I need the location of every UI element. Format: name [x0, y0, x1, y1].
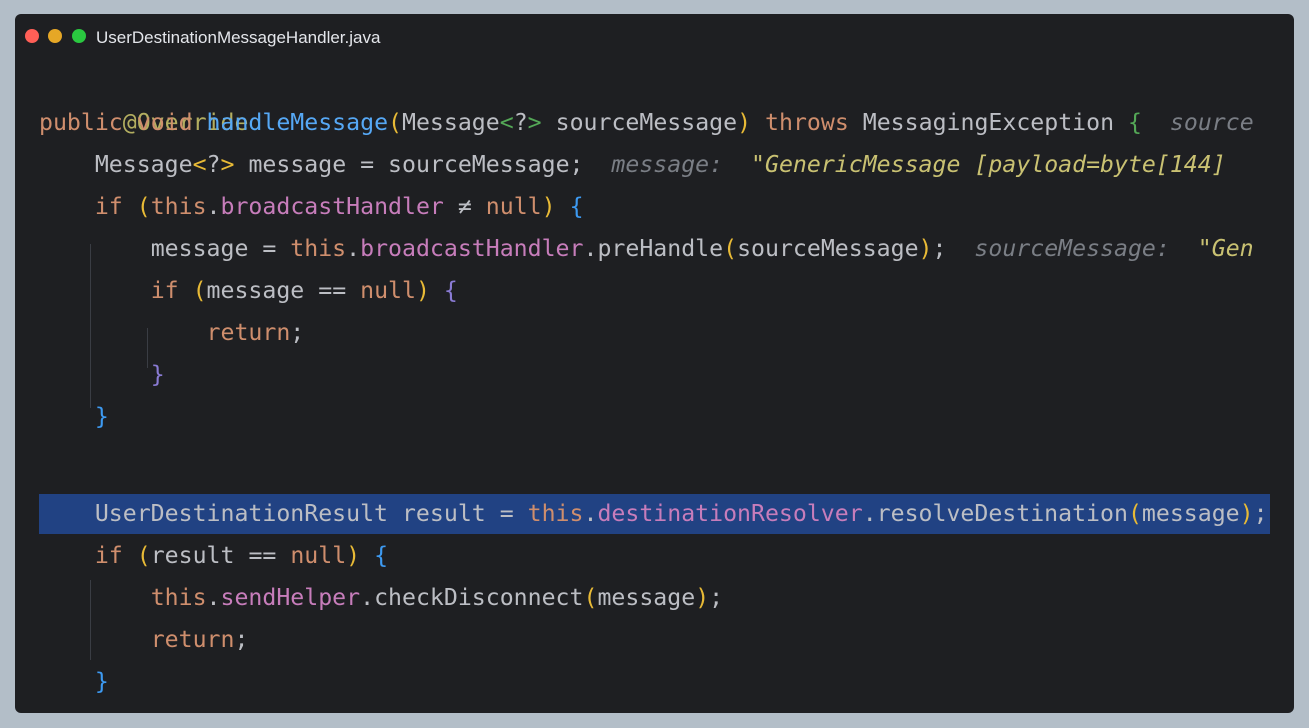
argument: sourceMessage	[737, 235, 919, 262]
method-call: .resolveDestination	[862, 500, 1128, 527]
field: destinationResolver	[597, 500, 863, 527]
keyword-public: public	[39, 109, 123, 136]
code-line-5: message = this.broadcastHandler.preHandl…	[150, 235, 1254, 262]
keyword-this: this	[290, 235, 347, 262]
variable: message	[206, 277, 305, 304]
code-line-14: return;	[150, 626, 249, 653]
code-line-1: @Override	[39, 60, 249, 136]
field: broadcastHandler	[220, 193, 444, 220]
param-name: sourceMessage	[555, 109, 738, 136]
keyword-this: this	[150, 584, 207, 611]
keyword-if: if	[94, 542, 123, 569]
generic-wildcard: ?	[513, 109, 528, 136]
assignment: result =	[388, 500, 528, 527]
operator: ≠	[457, 193, 472, 220]
code-line-2: public void handleMessage(Message<?> sou…	[39, 109, 1254, 136]
method-name: handleMessage	[206, 109, 389, 136]
editor-window: UserDestinationMessageHandler.java @Over…	[15, 14, 1294, 713]
assignment: message =	[150, 235, 291, 262]
code-line-13: this.sendHelper.checkDisconnect(message)…	[150, 584, 724, 611]
keyword-if: if	[150, 277, 179, 304]
operator: ==	[248, 542, 277, 569]
code-line-8: }	[150, 361, 165, 388]
operator: ==	[318, 277, 347, 304]
code-line-7: return;	[206, 319, 305, 346]
code-line-12: if (result == null) {	[94, 542, 389, 569]
keyword-this: this	[150, 193, 207, 220]
keyword-void: void	[136, 109, 193, 136]
keyword-return: return	[150, 626, 235, 653]
variable: result	[150, 542, 235, 569]
code-line-6: if (message == null) {	[150, 277, 458, 304]
argument: message	[597, 584, 696, 611]
maximize-window-button[interactable]	[72, 29, 86, 43]
keyword-null: null	[485, 193, 542, 220]
keyword-return: return	[206, 319, 291, 346]
code-line-4: if (this.broadcastHandler ≠ null) {	[94, 193, 584, 220]
argument: message	[1141, 500, 1240, 527]
keyword-null: null	[360, 277, 416, 304]
statement: message = sourceMessage;	[234, 151, 584, 178]
type-name: UserDestinationResult	[94, 500, 389, 527]
keyword-null: null	[290, 542, 347, 569]
method-call: .preHandle	[583, 235, 724, 262]
type-name: Message	[94, 151, 193, 178]
code-editor[interactable]: @Override public void handleMessage(Mess…	[39, 60, 1270, 710]
keyword-this: this	[527, 500, 584, 527]
keyword-if: if	[94, 193, 123, 220]
method-call: .checkDisconnect	[360, 584, 584, 611]
exception-type: MessagingException	[862, 109, 1115, 136]
inlay-hint: source	[1169, 109, 1254, 136]
field: sendHelper	[220, 584, 361, 611]
param-type: Message	[402, 109, 500, 136]
inlay-hint-value: "GenericMessage [payload=byte[144]	[751, 151, 1226, 178]
inlay-hint-label: sourceMessage:	[974, 235, 1170, 262]
code-line-3: Message<?> message = sourceMessage; mess…	[94, 151, 1226, 178]
close-window-button[interactable]	[25, 29, 39, 43]
code-line-9: }	[94, 403, 109, 430]
inlay-hint-value: "Gen	[1197, 235, 1254, 262]
inlay-hint-label: message:	[611, 151, 724, 178]
code-line-current: UserDestinationResult result = this.dest…	[94, 500, 1268, 527]
minimize-window-button[interactable]	[48, 29, 62, 43]
file-name: UserDestinationMessageHandler.java	[96, 28, 381, 47]
keyword-throws: throws	[765, 109, 849, 136]
title-bar: UserDestinationMessageHandler.java	[15, 14, 1294, 60]
code-line-15: }	[94, 668, 109, 695]
field: broadcastHandler	[360, 235, 584, 262]
